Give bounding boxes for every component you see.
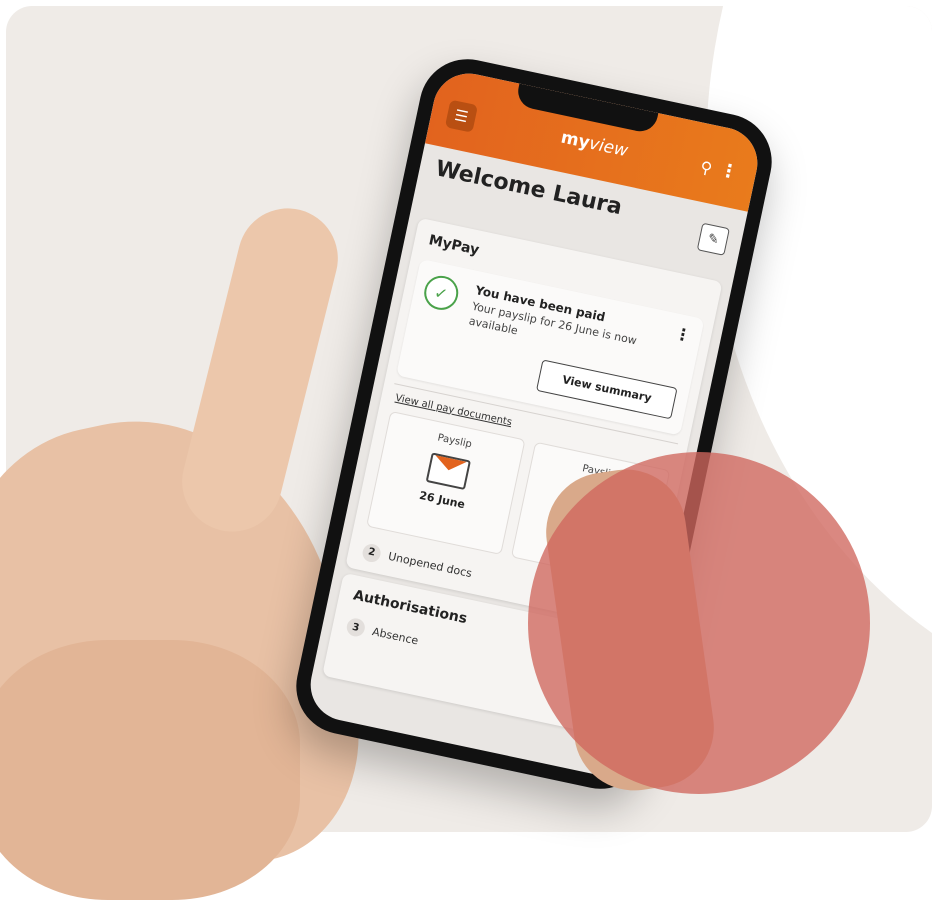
- myview-logo: myview: [559, 128, 630, 162]
- logo-bold-text: my: [559, 127, 592, 154]
- search-icon[interactable]: ⚲: [698, 157, 713, 178]
- more-vertical-icon[interactable]: ⋮: [718, 159, 740, 183]
- check-icon: ✓: [421, 272, 462, 314]
- payslip-label: Payslip: [436, 432, 473, 451]
- payslip-tile[interactable]: Payslip 26 June: [366, 410, 526, 555]
- unopened-count-badge: 2: [361, 542, 383, 564]
- absence-label: Absence: [371, 624, 420, 648]
- accent-circle: [528, 452, 870, 794]
- unopened-docs-label: Unopened docs: [386, 549, 474, 581]
- pencil-icon[interactable]: ✎: [696, 222, 730, 256]
- more-vertical-icon[interactable]: ⋮: [673, 324, 693, 346]
- logo-light-text: view: [587, 133, 630, 162]
- absence-count-badge: 3: [345, 616, 367, 639]
- payslip-date: 26 June: [418, 488, 467, 511]
- hamburger-icon[interactable]: ☰: [444, 99, 479, 133]
- envelope-icon: [425, 452, 472, 490]
